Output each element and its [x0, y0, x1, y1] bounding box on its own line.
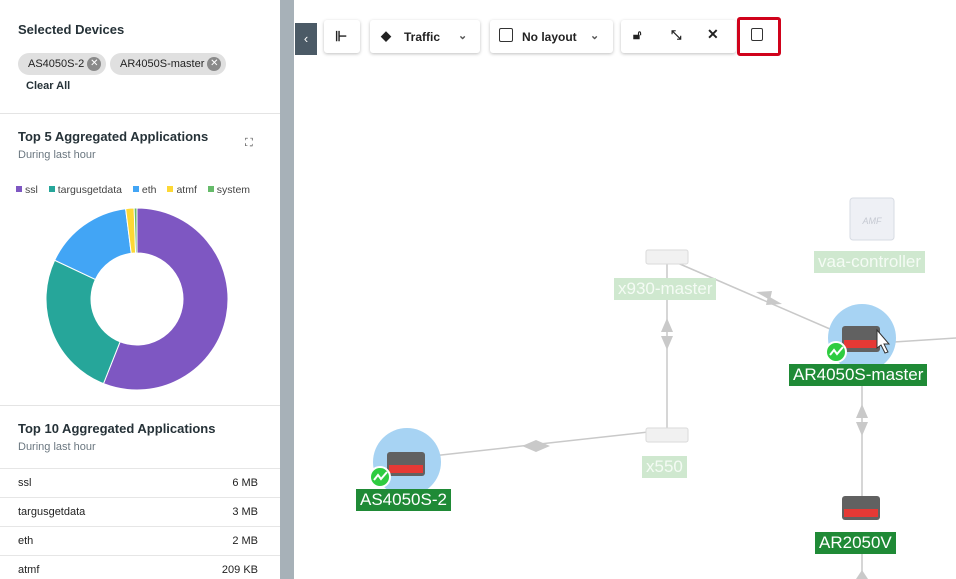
traffic-label: Traffic: [404, 30, 441, 44]
graph-links: [413, 257, 956, 579]
router-stripe: [844, 340, 878, 348]
spread-nodes-icon[interactable]: ✕: [707, 26, 719, 43]
app-name: targusgetdata: [18, 506, 86, 518]
arrow-marker: [522, 440, 536, 452]
donut-chart: [45, 207, 229, 391]
top5-subtitle: During last hour: [18, 149, 96, 161]
pie-slice-targusgetdata[interactable]: [45, 259, 121, 385]
amf-logo: AMF: [862, 216, 883, 226]
arrow-marker: [661, 318, 673, 332]
top10-subtitle: During last hour: [18, 441, 96, 453]
node-label: AR2050V: [815, 532, 896, 554]
selected-devices-title: Selected Devices: [18, 22, 125, 37]
app-value: 2 MB: [232, 535, 258, 547]
clear-all-button[interactable]: Clear All: [26, 80, 70, 92]
device-chip[interactable]: AS4050S-2 ✕: [18, 53, 107, 75]
legend-swatch: [48, 186, 55, 192]
legend-swatch: [132, 186, 139, 192]
side-panel: Selected Devices AS4050S-2 ✕ AR4050S-mas…: [0, 0, 281, 579]
arrow-marker: [856, 404, 868, 418]
router-stripe: [844, 509, 878, 517]
node-label: AS4050S-2: [356, 489, 451, 511]
legend-label: system: [216, 184, 251, 196]
legend-label: targusgetdata: [57, 184, 122, 196]
node-label: AR4050S-master: [789, 364, 928, 386]
x550-node[interactable]: [645, 427, 689, 443]
ar2050v-node[interactable]: [842, 496, 880, 520]
legend-swatch: [207, 186, 214, 192]
switch-icon: [645, 249, 689, 265]
unlock-icon[interactable]: 🔓︎: [633, 27, 641, 43]
app-name: atmf: [18, 564, 40, 576]
chip-label: AR4050S-master: [120, 58, 205, 70]
top10-section: Top 10 Aggregated Applications During la…: [0, 405, 280, 579]
graph-actions-group: 🔓︎ ⤡ ✕: [621, 20, 736, 53]
hierarchy-icon: ⊩: [335, 28, 348, 44]
arrow-marker: [856, 570, 868, 579]
arrow-marker: [766, 296, 782, 305]
chevron-down-icon: ⌄: [590, 30, 600, 42]
app-value: 6 MB: [232, 477, 258, 489]
layout-label: No layout: [522, 30, 577, 44]
app-name: eth: [18, 535, 34, 547]
top10-title: Top 10 Aggregated Applications: [18, 421, 216, 436]
x930-node[interactable]: [645, 249, 689, 265]
selected-devices-section: Selected Devices AS4050S-2 ✕ AR4050S-mas…: [0, 0, 280, 114]
chevron-down-icon: ⌄: [458, 30, 468, 42]
table-row: targusgetdata 3 MB: [0, 497, 280, 527]
legend-swatch: [167, 186, 174, 192]
legend-label: atmf: [176, 184, 197, 196]
top5-title: Top 5 Aggregated Applications: [18, 129, 209, 144]
vaa-controller-node[interactable]: AMF: [849, 197, 895, 241]
copy-icon: [751, 28, 763, 41]
layers-icon: ◆: [381, 28, 391, 43]
arrow-marker: [536, 440, 550, 452]
app-value: 3 MB: [232, 506, 258, 518]
node-label: x930-master: [614, 278, 717, 300]
chip-label: AS4050S-2: [28, 58, 85, 70]
as4050s-2-node[interactable]: [369, 428, 441, 496]
copy-button[interactable]: [737, 17, 781, 56]
panel-resize-handle[interactable]: [280, 0, 294, 579]
legend-label: ssl: [25, 184, 38, 196]
collapse-panel-button[interactable]: ‹: [295, 23, 317, 55]
legend-swatch: [16, 186, 22, 192]
layout-dropdown[interactable]: No layout ⌄: [490, 20, 613, 53]
router-stripe: [389, 465, 423, 473]
legend-label: eth: [141, 184, 157, 196]
app-value: 209 KB: [221, 564, 258, 576]
link: [893, 337, 956, 343]
device-chip[interactable]: AR4050S-master ✕: [110, 53, 227, 75]
hierarchy-button[interactable]: ⊩: [324, 20, 360, 53]
arrow-marker: [661, 336, 673, 350]
collapse-arrows-icon[interactable]: ⤡: [671, 27, 681, 43]
close-icon[interactable]: ✕: [207, 57, 222, 71]
chart-legend: ssl targusgetdata eth atmf system: [16, 184, 258, 196]
switch-icon: [645, 427, 689, 443]
router-icon: [842, 326, 880, 352]
arrow-marker: [856, 422, 868, 436]
close-icon[interactable]: ✕: [87, 57, 102, 71]
table-row: ssl 6 MB: [0, 468, 280, 498]
table-row: atmf 209 KB: [0, 555, 280, 579]
app-name: ssl: [18, 477, 32, 489]
layout-icon: [499, 28, 513, 42]
node-label: vaa-controller: [814, 251, 925, 273]
expand-icon[interactable]: ⛶: [245, 137, 253, 150]
table-row: eth 2 MB: [0, 526, 280, 556]
node-label: x550: [642, 456, 687, 478]
traffic-dropdown[interactable]: ◆ Traffic ⌄: [370, 20, 480, 53]
ar4050s-master-node[interactable]: [825, 304, 896, 372]
